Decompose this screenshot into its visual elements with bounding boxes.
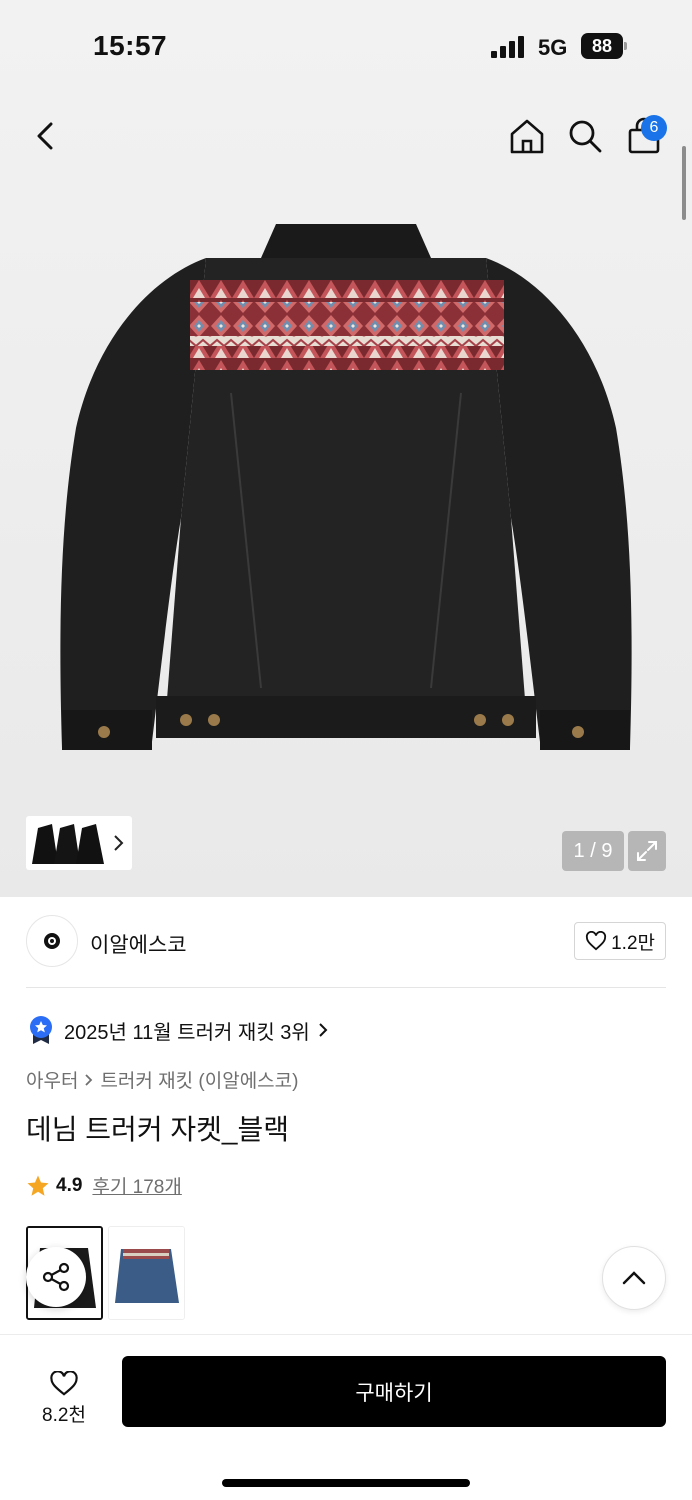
chevron-right-icon [114,835,124,851]
chevron-right-icon [319,1023,328,1037]
ranking-text: 2025년 11월 트러커 재킷 3위 [64,1021,310,1044]
back-button[interactable] [26,116,66,156]
battery-icon: 88 [581,33,627,59]
brand-like-button[interactable]: 1.2만 [574,922,666,960]
product-gallery[interactable]: 15:57 5G 88 6 1 / 9 [0,0,692,897]
divider [26,987,666,988]
brand-name[interactable]: 이알에스코 [90,929,187,959]
thumbnail-strip[interactable] [26,816,132,870]
brand-like-count: 1.2만 [611,932,655,954]
scroll-to-top-button[interactable] [602,1246,666,1310]
product-title: 데님 트러커 자켓_블랙 [26,1114,289,1145]
review-count-link[interactable]: 후기 178개 [92,1172,181,1199]
search-icon [569,120,602,153]
top-nav [0,100,692,172]
star-icon [27,1175,49,1196]
breadcrumb: 아우터 트러커 재킷 (이알에스코) [26,1066,298,1093]
chevron-left-icon [37,122,53,150]
network-label: 5G [538,35,568,60]
rating-value: 4.9 [56,1174,83,1196]
status-time: 15:57 [93,30,168,61]
home-icon [510,119,544,154]
ranking-link[interactable]: 2025년 11월 트러커 재킷 3위 [28,1013,328,1047]
breadcrumb-subcategory[interactable]: 트러커 재킷 (이알에스코) [100,1066,298,1093]
expand-icon [637,841,657,861]
wishlist-count: 8.2천 [42,1405,86,1426]
cart-count-badge: 6 [641,115,667,141]
signal-icon [491,36,524,58]
brand-logo-icon [44,933,60,949]
rating-row: 4.9 후기 178개 [26,1172,182,1199]
chevron-right-icon [85,1073,93,1086]
bottom-action-bar: 8.2천 구매하기 [0,1334,692,1500]
battery-level: 88 [581,33,623,59]
search-button[interactable] [565,116,605,156]
home-indicator [222,1479,470,1487]
heart-icon [586,931,607,951]
home-button[interactable] [507,116,547,156]
color-option-blue[interactable] [108,1226,185,1320]
ranking-badge-icon [30,1016,52,1044]
share-button[interactable] [26,1247,86,1307]
expand-button[interactable] [628,831,666,871]
share-icon [42,1262,70,1292]
breadcrumb-category[interactable]: 아우터 [26,1066,78,1093]
scrollbar[interactable] [682,146,686,220]
brand-row[interactable]: 이알에스코 1.2만 [26,915,666,969]
brand-logo[interactable] [26,915,78,967]
color-option-image [109,1227,184,1319]
thumbnail-image [32,824,104,864]
image-counter: 1 / 9 [562,831,624,871]
wishlist-button[interactable]: 8.2천 [28,1371,100,1427]
heart-icon [50,1371,78,1396]
status-bar: 15:57 5G 88 [0,0,692,90]
chevron-up-icon [622,1271,646,1285]
product-image[interactable] [56,218,636,763]
buy-button[interactable]: 구매하기 [122,1356,666,1427]
